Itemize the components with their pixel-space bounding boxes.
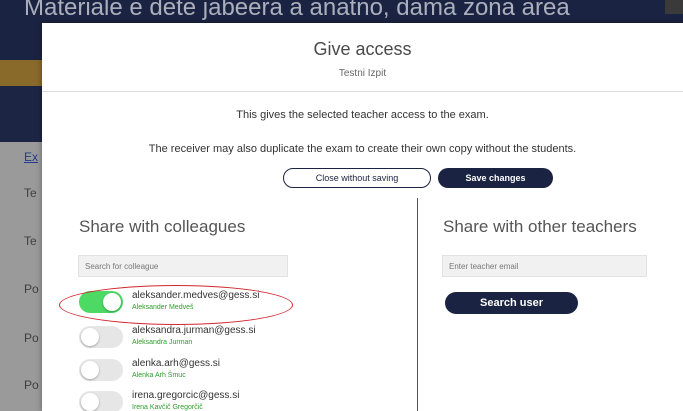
sidebar-nav-strip (0, 86, 42, 142)
header-text: Materiale e dete jabeera a anatno, dama … (24, 0, 570, 21)
modal-title: Give access (313, 39, 412, 59)
colleague-name: Aleksander Medveš (132, 304, 194, 311)
background-sidebar: Ex Te Te Po Po Po (0, 86, 42, 411)
toggle-knob (81, 361, 99, 379)
teacher-email-input[interactable]: Enter teacher email (442, 255, 647, 277)
give-access-modal: Give access Testni Izpit This gives the … (42, 23, 683, 411)
toggle-knob (81, 393, 99, 411)
sidebar-item-te-1: Te (24, 186, 37, 200)
colleague-row: alenka.arh@gess.si Alenka Arh Šmuc (79, 357, 299, 387)
share-with-colleagues-title: Share with colleagues (79, 217, 246, 236)
colleague-email: irena.gregorcic@gess.si (132, 390, 240, 401)
colleague-search-input[interactable]: Search for colleague (78, 255, 288, 277)
colleague-email: aleksander.medves@gess.si (132, 290, 260, 301)
toggle-knob (81, 328, 99, 346)
close-without-saving-button[interactable]: Close without saving (283, 168, 431, 188)
colleague-name: Irena Kavčič Gregorčič (132, 404, 203, 411)
screen: Materiale e dete jabeera a anatno, dama … (0, 0, 683, 411)
sidebar-item-po-2: Po (24, 331, 39, 345)
colleague-email: alenka.arh@gess.si (132, 358, 220, 369)
save-changes-button[interactable]: Save changes (438, 168, 553, 188)
access-description: This gives the selected teacher access t… (236, 109, 489, 121)
section-divider (417, 198, 418, 411)
sidebar-item-te-2: Te (24, 234, 37, 248)
search-user-button[interactable]: Search user (445, 292, 578, 314)
colleague-row: aleksandra.jurman@gess.si Aleksandra Jur… (79, 324, 299, 354)
sidebar-item-po-3: Po (24, 378, 39, 392)
colleague-name: Aleksandra Jurman (132, 339, 193, 346)
sidebar-item-ex: Ex (24, 150, 39, 164)
colleague-email: aleksandra.jurman@gess.si (132, 325, 256, 336)
share-with-other-teachers-title: Share with other teachers (443, 217, 637, 236)
modal-subtitle: Testni Izpit (338, 68, 387, 79)
access-toggle[interactable] (79, 359, 123, 381)
access-toggle[interactable] (79, 391, 123, 411)
colleague-name: Alenka Arh Šmuc (132, 372, 186, 379)
colleague-row: aleksander.medves@gess.si Aleksander Med… (79, 289, 299, 319)
header-divider (42, 91, 683, 92)
access-toggle[interactable] (79, 291, 123, 313)
toggle-knob (103, 293, 121, 311)
access-toggle[interactable] (79, 326, 123, 348)
sidebar-item-po-1: Po (24, 282, 39, 296)
duplicate-description: The receiver may also duplicate the exam… (148, 143, 577, 155)
menu-icon (665, 0, 683, 14)
colleague-row: irena.gregorcic@gess.si Irena Kavčič Gre… (79, 389, 299, 411)
